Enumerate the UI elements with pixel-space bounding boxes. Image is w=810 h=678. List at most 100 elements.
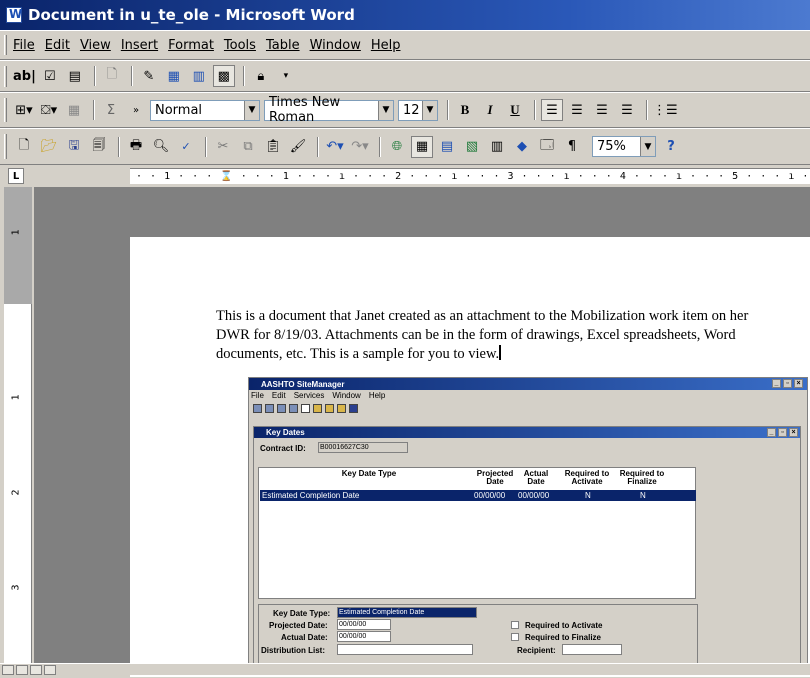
view-buttons-bar — [0, 663, 810, 675]
justify-icon[interactable]: ☰ — [616, 99, 638, 121]
redo-icon[interactable]: ↷▾ — [349, 136, 371, 158]
menu-tools[interactable]: Tools — [224, 38, 256, 53]
menu-edit[interactable]: Edit — [45, 38, 70, 53]
text-form-field-icon[interactable]: ab| — [13, 65, 36, 87]
draw-table-icon[interactable]: ✎ — [138, 65, 160, 87]
checkbox-form-field-icon[interactable]: ☑ — [39, 65, 61, 87]
chevron-down-icon[interactable]: ▼ — [422, 100, 437, 120]
ruler-row: L · · 1 · · · ⌛ · · · 1 · · · ı · · · 2 … — [0, 165, 810, 187]
toolbar-options-icon[interactable]: ▾ — [275, 65, 297, 87]
align-center-icon[interactable]: ☰ — [566, 99, 588, 121]
align-right-icon[interactable]: ☰ — [591, 99, 613, 121]
embedded-tool-icon — [277, 403, 286, 413]
spelling-icon[interactable]: ✓ — [175, 136, 197, 158]
required-activate-label: Required to Activate — [525, 621, 603, 630]
font-size-combo[interactable]: 12 ▼ — [398, 99, 438, 121]
bold-button[interactable]: B — [454, 99, 476, 121]
paste-icon[interactable]: 📋︎ — [262, 136, 284, 158]
columns-icon[interactable]: ▥ — [486, 136, 508, 158]
form-field-shading-icon[interactable]: ▩ — [212, 65, 235, 87]
save-icon[interactable]: 🖫 — [63, 136, 85, 158]
numbering-icon[interactable]: ⋮☰ — [653, 99, 678, 121]
new-document-icon[interactable]: 🗋 — [13, 136, 35, 158]
highlight-icon[interactable]: ⛋▾ — [38, 99, 60, 121]
distribution-list-field — [337, 644, 473, 655]
separator — [242, 66, 245, 86]
insert-table-icon[interactable]: ▦ — [163, 65, 185, 87]
menu-help[interactable]: Help — [371, 38, 401, 53]
drawing-icon[interactable]: ◆ — [511, 136, 533, 158]
autosum-icon[interactable]: Σ — [100, 99, 122, 121]
insert-frame-icon[interactable]: ▥ — [188, 65, 210, 87]
horizontal-ruler[interactable]: · · 1 · · · ⌛ · · · 1 · · · ı · · · 2 · … — [130, 168, 810, 184]
web-layout-button[interactable] — [16, 665, 28, 675]
column-header: Required to Activate — [564, 469, 610, 486]
normal-view-button[interactable] — [2, 665, 14, 675]
copy-icon[interactable]: ⧉ — [237, 136, 259, 158]
menu-window[interactable]: Window — [310, 38, 361, 53]
embedded-tool-icon — [313, 403, 322, 413]
help-icon[interactable]: ? — [660, 136, 682, 158]
menu-table[interactable]: Table — [266, 38, 300, 53]
tab-selector[interactable]: L — [8, 168, 24, 184]
document-text[interactable]: This is a document that Janet created as… — [216, 307, 776, 364]
dropdown-form-field-icon[interactable]: ▤ — [64, 65, 86, 87]
embedded-image[interactable]: AASHTO SiteManager _ ▫ × File Edit Servi… — [248, 377, 808, 674]
embedded-menu-item: Services — [293, 391, 325, 400]
menu-insert[interactable]: Insert — [121, 38, 158, 53]
outline-view-button[interactable] — [44, 665, 56, 675]
word-icon[interactable] — [6, 7, 22, 23]
embedded-tool-icon — [265, 403, 274, 413]
title-bar: Document in u_te_ole - Microsoft Word — [0, 0, 810, 30]
menu-file[interactable]: File — [13, 38, 35, 53]
projected-date-label: Projected Date: — [269, 621, 328, 630]
vertical-ruler[interactable]: 1 1 2 3 — [4, 187, 32, 663]
hyperlink-icon[interactable]: 🌐︎ — [386, 136, 408, 158]
print-icon[interactable]: 🖶 — [125, 136, 147, 158]
chevron-down-icon[interactable]: ▼ — [244, 100, 259, 120]
open-folder-icon[interactable]: 📂︎ — [38, 136, 60, 158]
tables-borders-icon[interactable]: ▦ — [411, 135, 433, 158]
zoom-combo[interactable]: 75% ▼ — [592, 136, 656, 157]
required-activate-checkbox — [511, 621, 519, 629]
more-buttons-icon[interactable]: » — [125, 99, 147, 121]
required-finalize-checkbox — [511, 633, 519, 641]
italic-button[interactable]: I — [479, 99, 501, 121]
print-preview-icon[interactable]: 🔍︎ — [150, 136, 172, 158]
menu-view[interactable]: View — [80, 38, 111, 53]
insert-table-icon[interactable]: ▤ — [436, 136, 458, 158]
font-value: Times New Roman — [269, 95, 341, 125]
align-left-icon[interactable]: ☰ — [541, 99, 563, 121]
document-map-icon[interactable]: 🗔 — [536, 136, 558, 158]
separator — [93, 100, 95, 120]
formatting-toolbar: ⊞▾ ⛋▾ ▦ Σ » Normal ▼ Times New Roman ▼ 12 ▼… — [0, 92, 810, 128]
print-layout-button[interactable] — [30, 665, 42, 675]
undo-icon[interactable]: ↶▾ — [324, 136, 346, 158]
menu-format[interactable]: Format — [168, 38, 214, 53]
table-cell: N — [640, 491, 646, 500]
toolbar-grip[interactable] — [4, 35, 7, 55]
protect-form-icon[interactable]: 🔒︎ — [250, 65, 272, 87]
form-field-options-icon[interactable]: 🗋 — [101, 65, 123, 87]
column-header: Projected Date — [476, 469, 514, 486]
format-painter-icon[interactable]: 🖌 — [287, 136, 309, 158]
chevron-down-icon[interactable]: ▼ — [640, 137, 655, 156]
menu-bar: File Edit View Insert Format Tools Table… — [0, 30, 810, 60]
embedded-tool-icon — [253, 403, 262, 413]
key-date-type-label: Key Date Type: — [273, 609, 331, 618]
table-autoformat-icon[interactable]: ▦ — [63, 99, 85, 121]
borders-icon[interactable]: ⊞▾ — [13, 99, 35, 121]
insert-excel-icon[interactable]: ▧ — [461, 136, 483, 158]
cut-icon[interactable]: ✂ — [212, 136, 234, 158]
table-cell: 00/00/00 — [474, 491, 506, 500]
chevron-down-icon[interactable]: ▼ — [378, 100, 393, 120]
show-hide-icon[interactable]: ¶ — [561, 136, 583, 158]
permission-icon[interactable]: 🗐 — [88, 136, 110, 158]
underline-button[interactable]: U — [504, 99, 526, 121]
separator — [118, 136, 120, 157]
separator — [447, 100, 449, 120]
embedded-tool-icon — [325, 403, 334, 413]
font-combo[interactable]: Times New Roman ▼ — [264, 95, 394, 125]
close-icon: × — [789, 428, 798, 437]
style-combo[interactable]: Normal ▼ — [150, 99, 260, 121]
